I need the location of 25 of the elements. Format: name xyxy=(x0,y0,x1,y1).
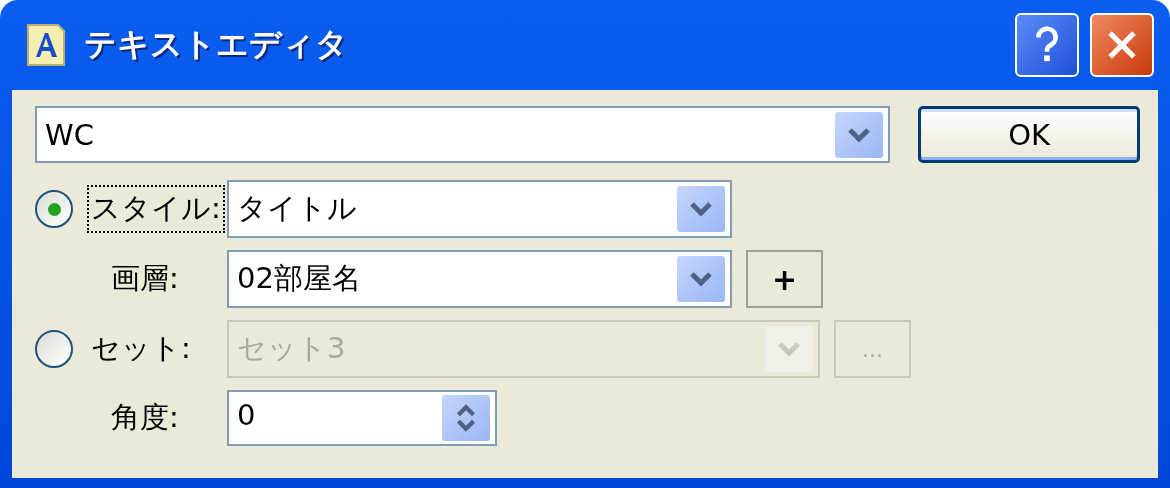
combo-box[interactable]: タイトル xyxy=(227,180,732,238)
spinner-field[interactable]: 0 xyxy=(227,390,497,446)
radio-button[interactable] xyxy=(35,190,73,228)
dropdown-button[interactable] xyxy=(677,256,725,302)
spin-buttons[interactable] xyxy=(442,395,490,441)
field-label[interactable]: スタイル: xyxy=(87,185,225,233)
field-label: 角度: xyxy=(110,399,179,436)
small-button[interactable]: + xyxy=(746,250,823,308)
chevron-down-icon xyxy=(689,270,713,288)
chevron-down-icon xyxy=(777,340,801,358)
dropdown-button[interactable] xyxy=(677,186,725,232)
document-icon xyxy=(26,23,66,67)
chevron-down-icon xyxy=(847,125,872,144)
close-button[interactable] xyxy=(1090,13,1154,77)
up-down-icon xyxy=(455,403,477,433)
combo-box[interactable]: 02部屋名 xyxy=(227,250,732,308)
field-label[interactable]: セット: xyxy=(87,325,195,373)
radio-button[interactable] xyxy=(35,330,73,368)
dropdown-button[interactable] xyxy=(835,111,884,158)
chevron-down-icon xyxy=(689,200,713,218)
help-button[interactable] xyxy=(1015,13,1079,77)
text-combo-box[interactable]: WC xyxy=(35,106,891,163)
ok-button[interactable]: OK xyxy=(918,106,1140,163)
window-title: テキストエディタ xyxy=(84,24,348,65)
field-label: 画層: xyxy=(110,260,179,297)
